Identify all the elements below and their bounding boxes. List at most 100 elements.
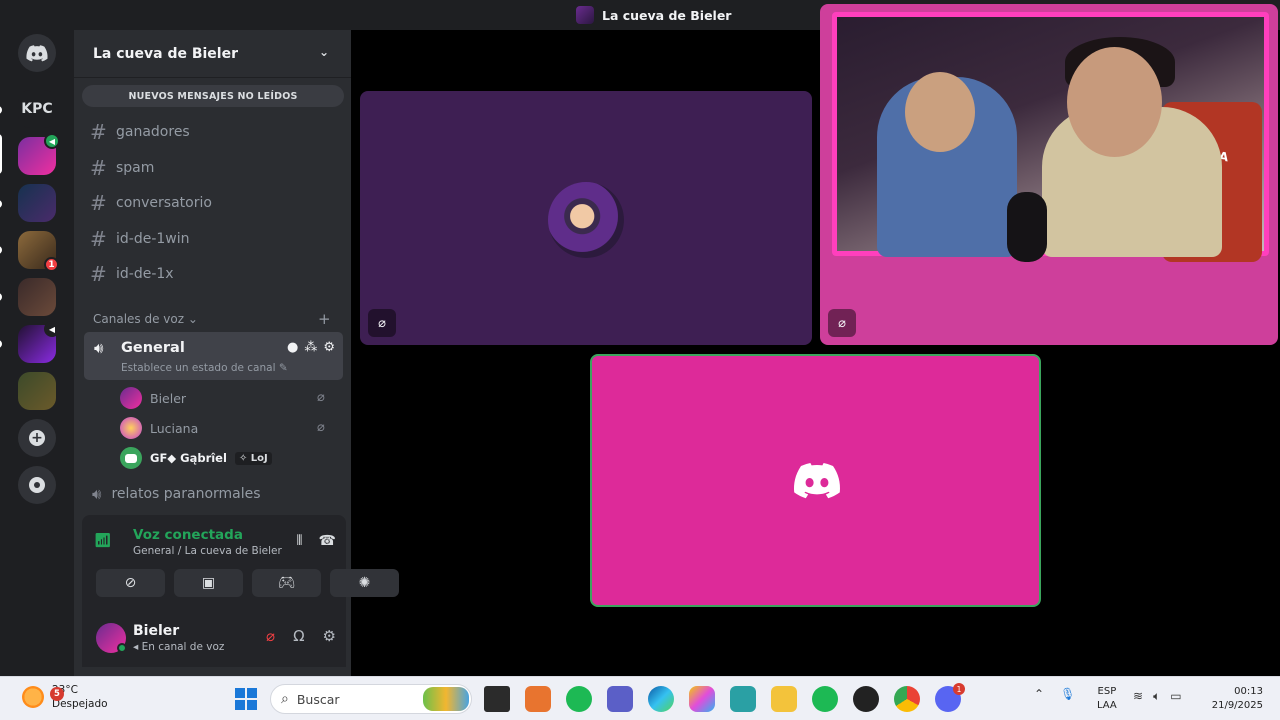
server-icon[interactable]: 1 [18,231,59,272]
channel-conversatorio[interactable]: # conversatorio [90,188,212,218]
gear-icon[interactable]: ⚙ [323,340,335,355]
user-status-label: En canal de voz [141,641,225,653]
user-status: ◂ En canal de voz [133,641,225,653]
microphone-icon[interactable]: 🎙︎ [1060,687,1075,701]
windows-taskbar: 5 23°C Despejado ⌕ Buscar 1 ⌃ 🎙︎ ESP LAA [0,676,1280,720]
file-explorer-icon[interactable] [771,686,797,712]
chevron-down-icon: ⌄ [319,45,330,59]
headphones-icon[interactable]: Ω [293,627,304,645]
voice-user-luciana[interactable]: Luciana [120,415,198,441]
server-kpc-label: KPC [21,101,53,117]
voice-category[interactable]: Canales de voz ⌄ [93,312,198,326]
voice-channel-general[interactable]: 🔊︎ General Establece un estado de canal … [84,332,343,380]
discord-badge: 1 [953,683,965,695]
activities-button[interactable]: 🎮︎ [252,569,321,597]
add-server-button[interactable]: + [18,419,56,457]
compass-icon [29,477,45,493]
chrome-icon[interactable] [894,686,920,712]
home-discord-button[interactable] [18,34,56,72]
voice-channel-relatos[interactable]: 🔊︎ relatos paranormales [92,485,261,503]
channel-spam[interactable]: # spam [90,153,154,183]
participant-tile-avatar[interactable]: ⌀ [360,91,812,345]
sun-icon [22,686,44,708]
quick-settings[interactable]: ≋ 🔈︎ ▭ [1133,689,1182,704]
discord-logo-icon [794,463,841,499]
voice-active-icon: ◀ [44,133,60,149]
server-icon[interactable] [18,372,56,410]
server-icon[interactable] [18,184,56,222]
channel-id-de-1win[interactable]: # id-de-1win [90,224,190,254]
discord-taskbar-icon[interactable]: 1 [935,683,965,712]
system-tray: ⌃ 🎙︎ [1034,687,1075,701]
app-icon[interactable] [853,686,879,712]
wifi-icon: ≋ [1133,689,1144,703]
server-icon[interactable] [18,278,56,316]
input-language[interactable]: ESP LAA [1097,685,1117,713]
channel-ganadores[interactable]: # ganadores [90,117,190,147]
share-screen-button[interactable]: ▣ [174,569,243,597]
server-la-cueva-de-bieler[interactable]: ◀ [18,133,60,175]
hash-icon: # [90,262,107,286]
channel-status-label: Establece un estado de canal [121,362,276,374]
plus-icon: + [29,430,45,446]
user-name[interactable]: Bieler [133,623,179,639]
app-icon[interactable] [525,686,551,712]
task-view-icon[interactable] [484,686,510,712]
voice-connected-panel: 📶︎ Voz conectada General / La cueva de B… [82,515,399,603]
voice-connected-subtitle[interactable]: General / La cueva de Bieler [133,545,282,557]
noise-suppression-icon[interactable]: ⦀ [296,533,302,549]
camera-off-icon: ⊘ [124,575,137,591]
set-channel-status[interactable]: Establece un estado de canal ✎ [121,362,288,374]
spotify-icon[interactable] [566,686,592,712]
participant-tile-default[interactable] [590,354,1041,607]
clock-date: 21/9/2025 [1211,700,1263,711]
weather-widget[interactable]: 5 23°C Despejado [22,683,108,711]
voice-user-bieler[interactable]: Bieler [120,385,186,411]
explore-servers-button[interactable] [18,466,56,504]
channel-id-de-1x[interactable]: # id-de-1x [90,259,174,289]
unread-messages-banner[interactable]: NUEVOS MENSAJES NO LEÍDOS [82,85,344,107]
person-head [1067,47,1162,157]
server-rail: KPC ◀ 1 ◀ + [0,30,74,676]
signal-strength-icon: 📶︎ [94,533,112,549]
discord-logo-icon [125,453,137,463]
gear-icon[interactable]: ⚙ [323,627,336,645]
voice-category-label: Canales de voz [93,312,185,326]
clock-time: 00:13 [1234,686,1263,697]
server-icon[interactable]: ◀ [18,321,60,363]
server-kpc[interactable]: KPC [18,90,56,128]
disconnect-icon[interactable]: ☎ [319,533,336,549]
invite-icon[interactable]: ⁂ [304,340,317,355]
start-button[interactable] [235,688,257,710]
chat-bubble-icon[interactable]: ● [287,340,298,355]
taskbar-search[interactable]: ⌕ Buscar [270,684,472,714]
server-unread-dot [0,106,2,114]
channel-label: id-de-1win [116,231,190,247]
voice-channel-name: General [121,340,185,356]
avatar [120,387,142,409]
spotify-icon[interactable] [812,686,838,712]
teams-icon[interactable] [607,686,633,712]
participant-tile-camera[interactable]: ALPINA ⌀ [820,4,1278,345]
guild-header[interactable]: La cueva de Bieler ⌄ [74,30,351,78]
lang-top: ESP [1097,686,1117,697]
camera-off-button[interactable]: ⊘ [96,569,165,597]
hash-icon: # [90,156,107,180]
voice-user-gabriel[interactable]: GF◆ Gąbrîel ✧ LoJ [120,445,272,471]
edge-icon[interactable] [648,686,674,712]
soundboard-button[interactable]: ✺ [330,569,399,597]
windows-logo-icon [235,688,245,698]
mic-muted-icon[interactable]: ⌀ [266,627,275,645]
user-controls: ⌀ Ω ⚙ [266,627,336,645]
volume-icon: 🔈︎ [1153,689,1161,703]
discord-app: La cueva de Bieler KPC ◀ 1 ◀ + La cueva … [0,0,1280,676]
create-voice-channel-button[interactable]: + [318,310,331,328]
server-unread-dot [0,200,2,208]
online-status-dot [117,643,127,653]
app-icon[interactable] [730,686,756,712]
copilot-icon[interactable] [689,686,715,712]
muted-mic-icon: ⌀ [368,309,396,337]
weather-badge: 5 [50,687,64,701]
clock[interactable]: 00:13 21/9/2025 [1208,685,1263,713]
chevron-up-icon[interactable]: ⌃ [1034,687,1044,701]
